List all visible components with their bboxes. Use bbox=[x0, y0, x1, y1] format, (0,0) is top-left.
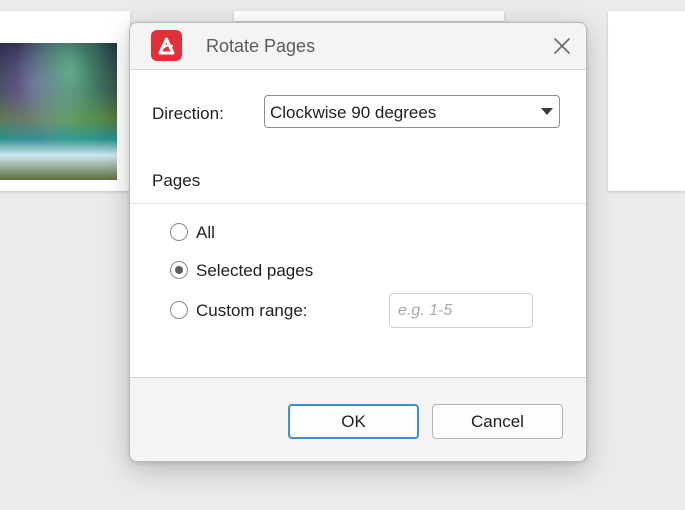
direction-label: Direction: bbox=[152, 104, 224, 123]
direction-dropdown[interactable]: Clockwise 90 degrees bbox=[264, 95, 560, 128]
radio-button[interactable] bbox=[170, 301, 188, 319]
close-button[interactable] bbox=[548, 32, 576, 60]
section-divider bbox=[130, 203, 586, 204]
radio-button[interactable] bbox=[170, 223, 188, 241]
radio-label: Selected pages bbox=[196, 261, 314, 280]
page-thumbnail[interactable] bbox=[608, 11, 685, 191]
page-thumbnail[interactable] bbox=[234, 11, 504, 21]
landscape-photo bbox=[0, 43, 117, 180]
ok-button[interactable]: OK bbox=[288, 404, 419, 439]
pdf-app-logo-icon bbox=[151, 30, 182, 61]
dialog-footer: OK Cancel bbox=[130, 377, 586, 461]
radio-label: All bbox=[196, 223, 215, 242]
dialog-body: Direction: Clockwise 90 degrees Pages Al… bbox=[130, 70, 586, 377]
rotate-pages-dialog: Rotate Pages Direction: Clockwise 90 deg… bbox=[129, 22, 587, 462]
page-thumbnail[interactable] bbox=[0, 11, 130, 191]
chevron-down-icon bbox=[541, 108, 553, 115]
radio-button-checked[interactable] bbox=[170, 261, 188, 279]
document-canvas: Rotate Pages Direction: Clockwise 90 deg… bbox=[0, 0, 685, 510]
radio-label: Custom range: bbox=[196, 301, 308, 320]
dialog-title: Rotate Pages bbox=[206, 36, 316, 56]
cancel-button[interactable]: Cancel bbox=[432, 404, 563, 439]
custom-range-input[interactable] bbox=[389, 293, 533, 328]
direction-selected-value: Clockwise 90 degrees bbox=[270, 103, 437, 122]
close-icon bbox=[554, 38, 570, 54]
pages-section-label: Pages bbox=[152, 171, 201, 190]
dialog-titlebar: Rotate Pages bbox=[130, 23, 586, 70]
